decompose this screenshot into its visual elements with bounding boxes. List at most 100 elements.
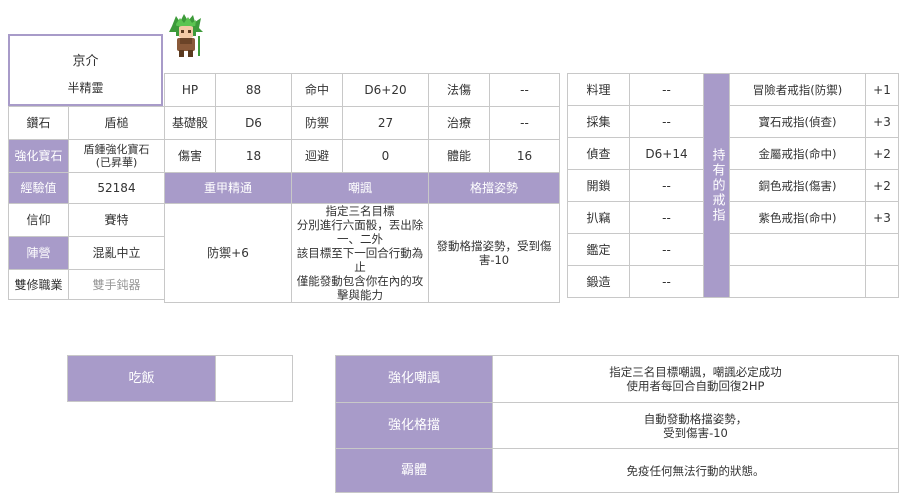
stat-value: -- [489, 106, 560, 140]
life-skill-value: -- [629, 233, 704, 266]
info-label: 強化寶石 [8, 139, 69, 173]
ring-name [729, 265, 866, 298]
info-label: 陣營 [8, 236, 69, 270]
ring-name [729, 233, 866, 266]
life-skill-value: -- [629, 265, 704, 298]
stat-value: 0 [342, 139, 429, 173]
info-value: 盾槌 [68, 106, 165, 140]
skill-desc: 防禦+6 [164, 203, 292, 303]
stat-label: 體能 [428, 139, 490, 173]
stats-row: 傷害 18 迴避 0 體能 16 [164, 139, 560, 173]
ring-bonus [865, 265, 899, 298]
info-label: 鑽石 [8, 106, 69, 140]
life-skill-row: 開鎖 -- 銅色戒指(傷害) +2 [567, 169, 899, 202]
life-skill-row: 鍛造 -- [567, 265, 899, 298]
enhanced-skill-row: 強化格擋 自動發動格擋姿勢， 受到傷害-10 [335, 402, 899, 449]
life-skill-label: 偵查 [567, 137, 630, 170]
enhanced-skill-name: 霸體 [335, 448, 493, 493]
character-name: 京介 [72, 54, 99, 69]
ring-bonus: +1 [865, 73, 899, 106]
info-value: 混亂中立 [68, 236, 165, 270]
enhanced-skill-desc: 指定三名目標嘲諷，嘲諷必定成功 使用者每回合自動回復2HP [492, 355, 899, 403]
ring-bonus: +2 [865, 169, 899, 202]
info-row-alignment: 陣營 混亂中立 [8, 236, 165, 270]
enhanced-skill-name: 強化嘲諷 [335, 355, 493, 403]
life-skill-row: 偵查 D6+14 金屬戒指(命中) +2 [567, 137, 899, 170]
enhanced-skill-row: 霸體 免疫任何無法行動的狀態。 [335, 448, 899, 493]
stats-table: HP 88 命中 D6+20 法傷 -- 基礎骰 D6 防禦 27 治療 -- … [164, 73, 560, 303]
life-skill-value: -- [629, 169, 704, 202]
stat-label: 迴避 [291, 139, 343, 173]
stat-value: -- [489, 73, 560, 107]
life-skill-value: D6+14 [629, 137, 704, 170]
stat-label: 基礎骰 [164, 106, 216, 140]
ring-name: 銅色戒指(傷害) [729, 169, 866, 202]
ring-bonus [865, 233, 899, 266]
stat-label: 法傷 [428, 73, 490, 107]
skill-name: 嘲諷 [291, 172, 429, 204]
stat-label: 治療 [428, 106, 490, 140]
info-value: 賽特 [68, 203, 165, 237]
enhanced-skill-name: 強化格擋 [335, 402, 493, 449]
life-skill-label: 扒竊 [567, 201, 630, 234]
life-skill-row: 扒竊 -- 紫色戒指(命中) +3 [567, 201, 899, 234]
stat-value: 16 [489, 139, 560, 173]
enhanced-skill-desc: 自動發動格擋姿勢， 受到傷害-10 [492, 402, 899, 449]
stat-label: 命中 [291, 73, 343, 107]
info-row-faith: 信仰 賽特 [8, 203, 165, 237]
enhanced-skill-row: 強化嘲諷 指定三名目標嘲諷，嘲諷必定成功 使用者每回合自動回復2HP [335, 355, 899, 403]
life-skill-row: 採集 -- 寶石戒指(偵查) +3 [567, 105, 899, 138]
food-row: 吃飯 [67, 355, 293, 402]
ring-name: 寶石戒指(偵查) [729, 105, 866, 138]
ring-name: 冒險者戒指(防禦) [729, 73, 866, 106]
stat-label: 防禦 [291, 106, 343, 140]
food-table: 吃飯 [67, 355, 293, 402]
ring-bonus: +3 [865, 201, 899, 234]
avatar-icon [169, 14, 203, 57]
life-skill-label: 開鎖 [567, 169, 630, 202]
left-info-table: 鑽石 盾槌 強化寶石 盾鍾強化寶石 (已昇華) 經驗值 52184 信仰 賽特 … [8, 106, 165, 300]
character-race: 半精靈 [67, 81, 104, 95]
rings-header: 持有的戒指 [703, 73, 730, 298]
info-value: 52184 [68, 172, 165, 204]
character-name-card: 京介 半精靈 [8, 34, 163, 106]
skill-desc: 指定三名目標 分別進行六面骰，丟出除一、二外 該目標至下一回合行動為止 僅能發動… [291, 203, 429, 303]
enhanced-skills-table: 強化嘲諷 指定三名目標嘲諷，嘲諷必定成功 使用者每回合自動回復2HP 強化格擋 … [335, 355, 899, 493]
stats-row: 基礎骰 D6 防禦 27 治療 -- [164, 106, 560, 140]
ring-bonus: +3 [865, 105, 899, 138]
food-label: 吃飯 [67, 355, 216, 402]
ring-name: 金屬戒指(命中) [729, 137, 866, 170]
life-skill-value: -- [629, 201, 704, 234]
skill-name: 重甲精通 [164, 172, 292, 204]
life-skill-row: 鑑定 -- [567, 233, 899, 266]
stat-value: D6+20 [342, 73, 429, 107]
stat-value: 88 [215, 73, 292, 107]
life-skill-label: 鍛造 [567, 265, 630, 298]
info-value: 雙手鈍器 [68, 269, 165, 300]
skill-name: 格擋姿勢 [428, 172, 560, 204]
info-row-exp: 經驗值 52184 [8, 172, 165, 204]
life-skill-label: 鑑定 [567, 233, 630, 266]
stat-value: D6 [215, 106, 292, 140]
stats-row: HP 88 命中 D6+20 法傷 -- [164, 73, 560, 107]
stat-label: 傷害 [164, 139, 216, 173]
life-skill-label: 料理 [567, 73, 630, 106]
character-sprite [168, 12, 204, 61]
life-skill-value: -- [629, 105, 704, 138]
info-value: 盾鍾強化寶石 (已昇華) [68, 139, 165, 173]
info-label: 信仰 [8, 203, 69, 237]
info-label: 經驗值 [8, 172, 69, 204]
stat-value: 27 [342, 106, 429, 140]
stat-value: 18 [215, 139, 292, 173]
enhanced-skill-desc: 免疫任何無法行動的狀態。 [492, 448, 899, 493]
life-skill-row: 料理 -- 持有的戒指 冒險者戒指(防禦) +1 [567, 73, 899, 298]
skills-desc-row: 防禦+6 指定三名目標 分別進行六面骰，丟出除一、二外 該目標至下一回合行動為止… [164, 203, 560, 303]
life-skills-table: 料理 -- 持有的戒指 冒險者戒指(防禦) +1 採集 -- 寶石戒指(偵查) … [567, 73, 899, 298]
ring-bonus: +2 [865, 137, 899, 170]
ring-name: 紫色戒指(命中) [729, 201, 866, 234]
stat-label: HP [164, 73, 216, 107]
life-skill-label: 採集 [567, 105, 630, 138]
food-value [215, 355, 293, 402]
life-skill-value: -- [629, 73, 704, 106]
info-row-dual-class: 雙修職業 雙手鈍器 [8, 269, 165, 300]
